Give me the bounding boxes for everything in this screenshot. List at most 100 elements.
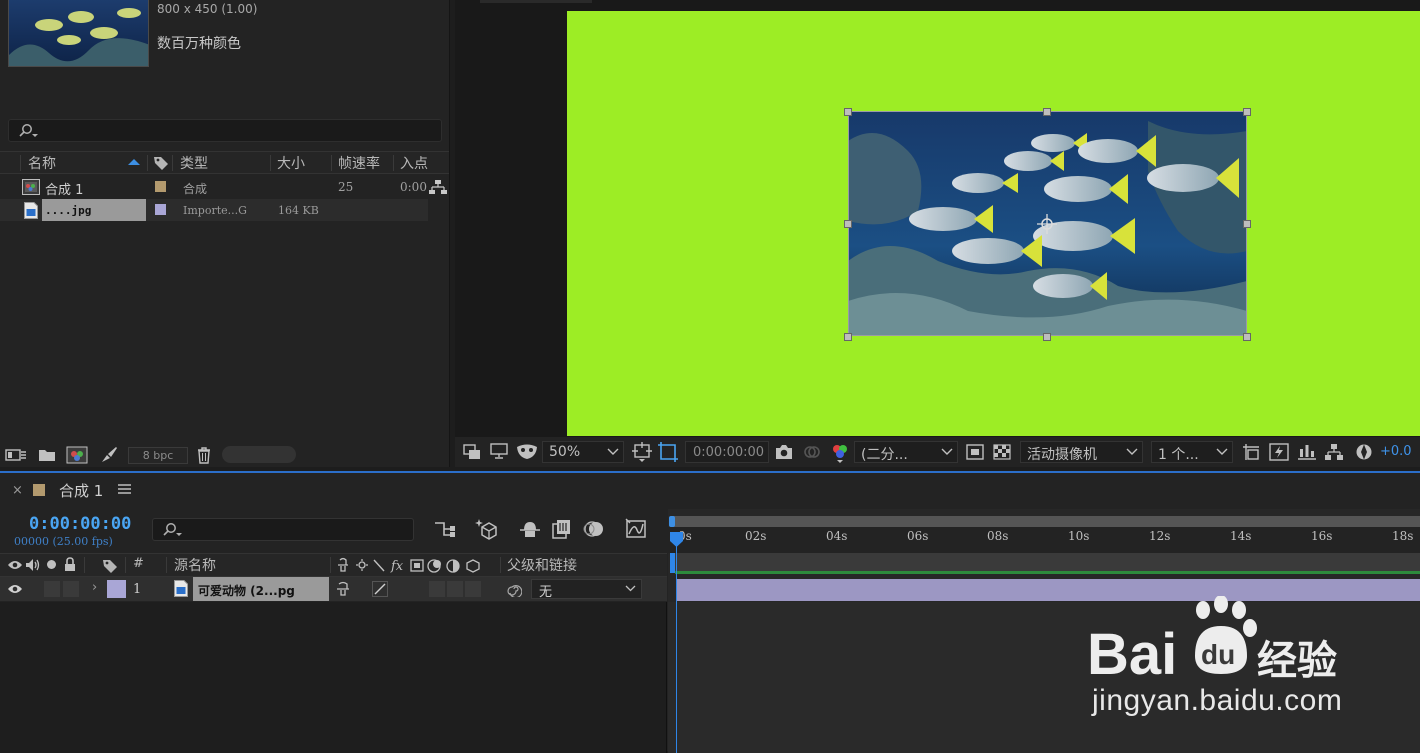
list-item[interactable]: ....jpg Importe...G 164 KB <box>0 199 428 221</box>
label-color-swatch[interactable] <box>107 580 126 598</box>
viewer-timecode: 0:00:00:00 <box>693 445 765 460</box>
solo-icon[interactable] <box>47 560 56 569</box>
current-time-display[interactable]: 0:00:00:00 <box>29 514 131 534</box>
region-of-interest-icon[interactable] <box>658 442 678 462</box>
show-snapshot-icon[interactable] <box>803 444 821 460</box>
work-area-start-handle[interactable] <box>669 516 675 527</box>
hamburger-menu-icon[interactable] <box>118 483 131 495</box>
search-icon <box>161 522 183 538</box>
layer-name: 可爱动物 (2...pg <box>198 584 295 598</box>
grid-guides-icon[interactable] <box>632 442 652 462</box>
always-preview-icon[interactable] <box>463 444 481 460</box>
transform-handle[interactable] <box>844 108 852 116</box>
layer-start-marker <box>670 553 675 573</box>
fast-previews-icon[interactable] <box>966 444 984 460</box>
column-in-point[interactable]: 入点 <box>400 153 428 173</box>
switch-toggle[interactable] <box>429 581 445 597</box>
transform-handle[interactable] <box>844 220 852 228</box>
graph-editor-icon[interactable] <box>625 518 647 540</box>
timecode-field[interactable]: 0:00:00:00 <box>685 441 769 463</box>
switch-toggle[interactable] <box>447 581 463 597</box>
composition-mini-flowchart-icon[interactable] <box>434 520 456 538</box>
tab-composition[interactable]: 合成 1 <box>59 480 103 501</box>
column-type[interactable]: 类型 <box>180 153 208 173</box>
list-item[interactable]: 合成 1 合成 25 0:00 <box>0 176 428 198</box>
motion-blur-icon[interactable] <box>583 518 605 540</box>
project-column-header: 名称 类型 大小 帧速率 入点 <box>0 151 449 174</box>
timeline-search-input[interactable] <box>152 518 414 541</box>
trash-icon[interactable] <box>196 446 212 464</box>
camera-view-dropdown[interactable]: 活动摄像机 <box>1020 441 1143 463</box>
label-tag-icon[interactable] <box>153 155 169 171</box>
column-size[interactable]: 大小 <box>277 153 305 173</box>
timeline-link-icon[interactable] <box>1297 443 1317 461</box>
footage-dimensions: 800 x 450 (1.00) <box>157 2 258 16</box>
project-search-input[interactable] <box>8 119 442 142</box>
transform-handle[interactable] <box>1243 108 1251 116</box>
transform-handle[interactable] <box>1243 220 1251 228</box>
footage-color-depth: 数百万种颜色 <box>157 36 241 52</box>
anchor-point-icon[interactable] <box>1036 213 1058 235</box>
monitor-icon[interactable] <box>490 443 508 459</box>
brush-icon[interactable] <box>100 446 118 464</box>
time-ruler[interactable]: 0s 02s 04s 06s 08s 10s 12s 14s 16s 18s <box>668 527 1420 553</box>
column-layer-number[interactable]: # <box>133 556 144 571</box>
label-color-swatch[interactable] <box>155 204 166 215</box>
toggle-pixel-aspect-icon[interactable] <box>1242 443 1260 461</box>
playhead-icon[interactable] <box>669 531 684 548</box>
ruler-tick-label: 10s <box>1068 529 1090 543</box>
close-icon[interactable]: × <box>12 483 23 498</box>
new-composition-icon[interactable] <box>66 446 88 464</box>
frame-blending-icon[interactable] <box>551 518 573 540</box>
speaker-icon[interactable] <box>25 558 41 572</box>
column-source-name[interactable]: 源名称 <box>174 555 216 575</box>
column-fps[interactable]: 帧速率 <box>338 153 380 173</box>
fast-preview-render-icon[interactable] <box>1269 443 1289 461</box>
viewer-toolbar: 50% 0:00:00:00 (二分... 活动摄像机 1 个... +0.0 <box>455 437 1420 467</box>
transform-handle[interactable] <box>1043 333 1051 341</box>
transform-handle[interactable] <box>1243 333 1251 341</box>
column-name[interactable]: 名称 <box>28 153 56 173</box>
eye-icon[interactable] <box>7 583 23 595</box>
transform-handle[interactable] <box>844 333 852 341</box>
transform-handle[interactable] <box>1043 108 1051 116</box>
shy-layers-icon[interactable] <box>519 520 541 538</box>
expand-chevron-icon[interactable]: › <box>92 580 97 595</box>
draft-3d-icon[interactable] <box>474 518 498 540</box>
ruler-tick-label: 12s <box>1149 529 1171 543</box>
zoom-dropdown[interactable]: 50% <box>542 441 624 463</box>
parent-value: 无 <box>539 585 553 600</box>
horizontal-scrollbar[interactable] <box>222 446 296 463</box>
mask-visibility-icon[interactable] <box>516 443 538 461</box>
flowchart-icon[interactable] <box>1325 443 1343 461</box>
new-folder-icon[interactable] <box>38 447 56 463</box>
flowchart-icon[interactable] <box>429 179 447 195</box>
column-parent-link[interactable]: 父级和链接 <box>507 555 577 575</box>
resolution-dropdown[interactable]: (二分... <box>854 441 958 463</box>
camera-snapshot-icon[interactable] <box>775 444 793 460</box>
interpret-footage-icon[interactable] <box>5 447 27 463</box>
ruler-tick-label: 08s <box>987 529 1009 543</box>
parent-dropdown[interactable]: 无 <box>531 579 642 600</box>
work-area-bar[interactable] <box>672 516 1420 527</box>
label-tag-icon[interactable] <box>102 558 118 574</box>
camera-view-value: 活动摄像机 <box>1027 447 1097 463</box>
view-layout-dropdown[interactable]: 1 个... <box>1151 441 1233 463</box>
color-channels-icon[interactable] <box>829 442 851 464</box>
switch-toggle[interactable] <box>465 581 481 597</box>
reset-exposure-icon[interactable] <box>1355 443 1373 461</box>
label-color-swatch[interactable] <box>155 181 166 192</box>
table-row[interactable]: › 1 可爱动物 (2...pg 无 <box>0 577 667 601</box>
eye-icon[interactable] <box>7 559 23 571</box>
quality-switch[interactable] <box>372 581 388 597</box>
lock-toggle[interactable] <box>63 581 79 597</box>
solo-toggle[interactable] <box>44 581 60 597</box>
sort-ascending-icon[interactable] <box>127 157 141 166</box>
transparency-grid-icon[interactable] <box>993 444 1011 460</box>
parent-pickwhip-icon[interactable] <box>506 581 522 597</box>
frame-count-display: 00000 (25.00 fps) <box>14 535 113 548</box>
bit-depth-button[interactable]: 8 bpc <box>128 447 188 464</box>
exposure-value[interactable]: +0.0 <box>1380 444 1412 459</box>
shy-switch-icon[interactable] <box>335 581 351 597</box>
lock-icon[interactable] <box>64 557 76 572</box>
